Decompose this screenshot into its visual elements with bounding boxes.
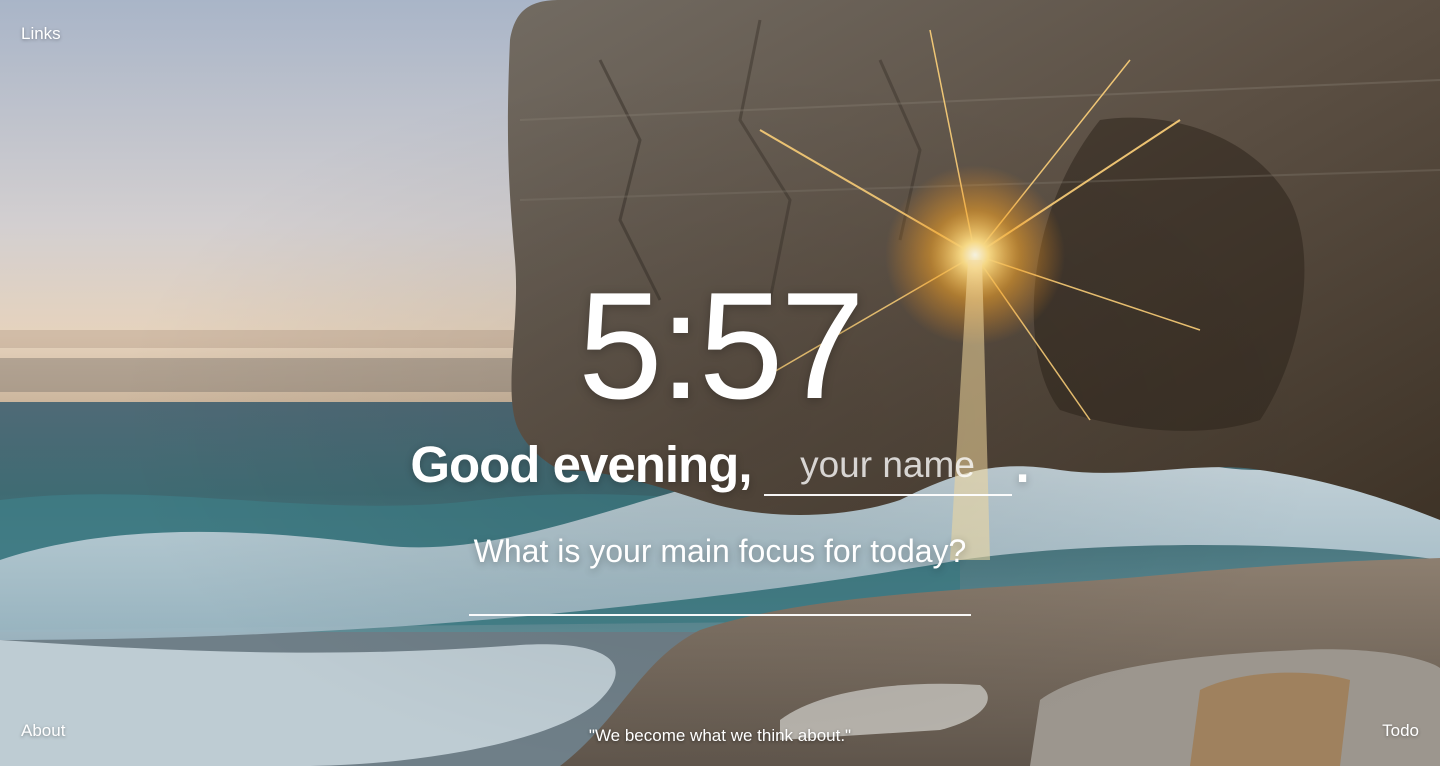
focus-question: What is your main focus for today?	[473, 533, 967, 569]
todo-button[interactable]: Todo	[1382, 721, 1419, 741]
focus-input[interactable]	[469, 578, 971, 616]
daily-quote: "We become what we think about."	[588, 726, 852, 745]
greeting-period: .	[1015, 436, 1030, 493]
new-tab-dashboard: Links 5:57 Good evening, . What is your …	[0, 0, 1440, 766]
greeting-text: Good evening,	[410, 436, 752, 493]
clock-time: 5:57	[578, 261, 865, 431]
links-button[interactable]: Links	[21, 24, 61, 44]
greeting: Good evening, .	[0, 432, 1440, 502]
name-input[interactable]	[763, 436, 1012, 496]
